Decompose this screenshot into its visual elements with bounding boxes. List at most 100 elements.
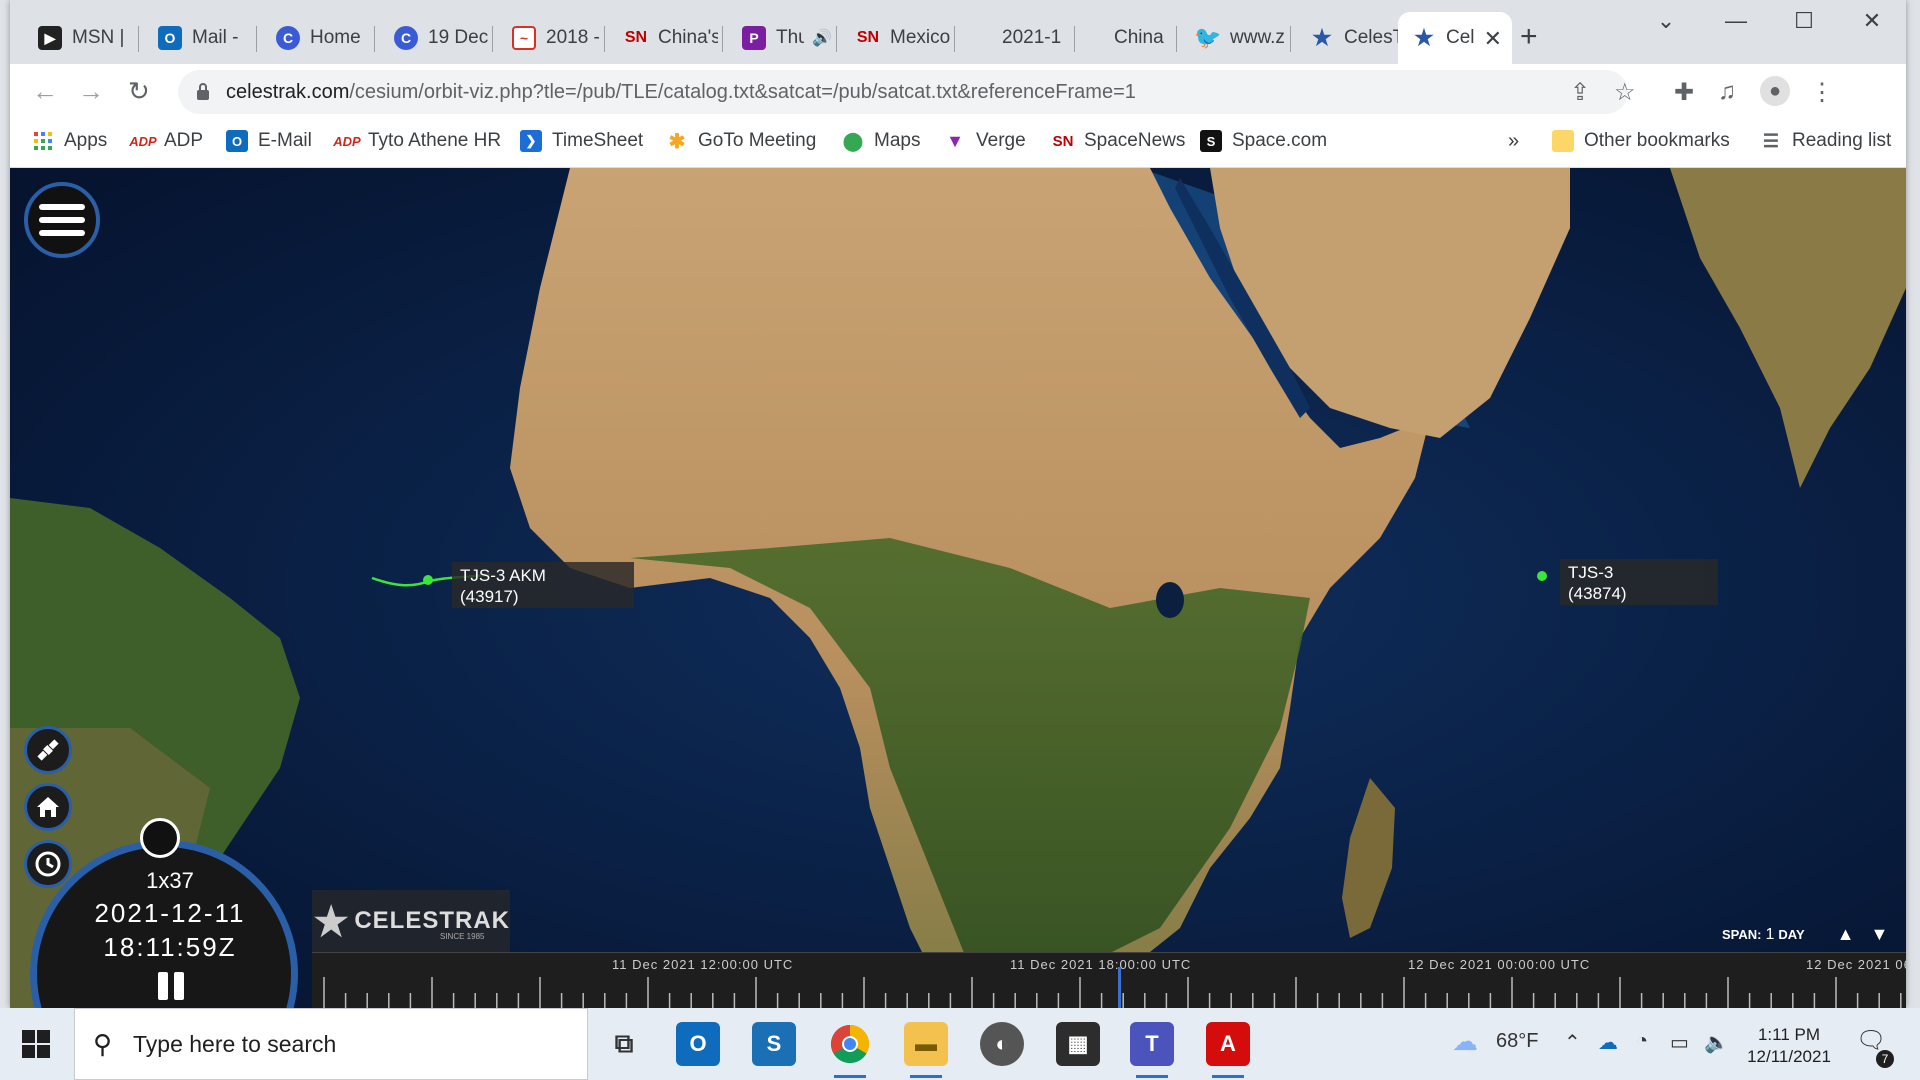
timeline-label: 12 Dec 2021 00:00:00 UTC — [1408, 957, 1591, 972]
verge-icon: ▼ — [946, 130, 964, 151]
tray-chevron-icon[interactable]: ⌃ — [1564, 1030, 1581, 1055]
celestrak-logo: CELESTRAK SINCE 1985 — [312, 890, 510, 952]
lock-icon[interactable] — [196, 83, 210, 101]
outlook-app-icon[interactable]: O — [676, 1022, 720, 1066]
file-explorer-icon[interactable]: ▬ — [904, 1022, 948, 1078]
clock-date: 2021-12-11 — [94, 898, 246, 928]
tab-mail[interactable]: O Mail - — [144, 12, 252, 64]
goto-icon: ✱ — [668, 130, 686, 153]
forward-icon[interactable]: → — [78, 76, 104, 107]
acrobat-icon[interactable]: A — [1206, 1022, 1250, 1078]
app-pro-icon[interactable]: ◐ — [980, 1022, 1024, 1066]
satellite-tjs3-akm-dot[interactable] — [423, 575, 433, 585]
adp-icon: ADP — [129, 133, 157, 149]
bookmark-spacenews[interactable]: SN SpaceNews — [1052, 130, 1186, 152]
battery-icon[interactable]: ▭ — [1670, 1030, 1689, 1055]
satellite-label-tjs3-akm[interactable]: TJS-3 AKM (43917) — [452, 562, 634, 608]
volume-icon[interactable]: 🔈 — [1704, 1030, 1729, 1055]
tab-celestrak[interactable]: ★ CelesT — [1296, 12, 1402, 64]
address-bar[interactable]: celestrak.com/cesium/orbit-viz.php?tle=/… — [178, 70, 1628, 114]
wifi-icon[interactable]: ◔ — [1636, 1030, 1648, 1053]
share-icon[interactable]: ⇪ — [1570, 78, 1590, 107]
satellite-tjs3-dot[interactable] — [1537, 571, 1547, 581]
celestrak-star-icon: ★ — [1414, 25, 1434, 50]
hamburger-menu-button[interactable] — [24, 182, 100, 258]
close-tab-icon[interactable]: ✕ — [1484, 26, 1502, 52]
tab-strip: ▶ MSN | O Mail - C Home C 19 Dec ~2018 - SN C… — [10, 0, 1906, 64]
timeline-label: 11 Dec 2021 18:00:00 UTC — [1010, 957, 1192, 972]
tab-china[interactable]: China — [1090, 12, 1190, 64]
spacecom-icon: S — [1200, 130, 1222, 152]
timeline-label: 12 Dec 2021 06 — [1806, 957, 1906, 972]
calculator-icon[interactable]: ▦ — [1056, 1022, 1100, 1066]
new-tab-icon[interactable]: + — [1520, 20, 1538, 54]
globe-viewport[interactable]: TJS-3 AKM (43917) TJS-3 (43874) 1x37 202… — [10, 168, 1906, 1008]
tab-home[interactable]: C Home — [262, 12, 370, 64]
home-button[interactable] — [24, 783, 72, 831]
bookmark-star-icon[interactable]: ☆ — [1614, 78, 1636, 107]
minimize-icon[interactable]: — — [1716, 8, 1756, 34]
satellite-label-tjs3[interactable]: TJS-3 (43874) — [1560, 559, 1718, 605]
speaker-icon[interactable]: 🔊 — [812, 28, 832, 48]
span-up-icon[interactable]: ▲ — [1837, 924, 1855, 945]
weather-temp[interactable]: 68°F — [1496, 1030, 1538, 1053]
tab-19-dec[interactable]: C 19 Dec — [380, 12, 488, 64]
celestrak-star-icon: ★ — [1312, 25, 1332, 50]
tab-www[interactable]: 🐦 www.z — [1182, 12, 1286, 64]
tab-chinas[interactable]: SN China's — [610, 12, 718, 64]
maximize-icon[interactable]: ☐ — [1784, 8, 1824, 34]
speed-knob[interactable] — [140, 818, 180, 858]
notification-count: 7 — [1876, 1050, 1894, 1068]
spacenews-icon: SN — [624, 29, 648, 46]
timeline[interactable]: 11 Dec 2021 12:00:00 UTC 11 Dec 2021 18:… — [312, 952, 1906, 1008]
celestrak-c-icon: C — [394, 26, 418, 50]
celestrak-c-icon: C — [276, 26, 300, 50]
bookmark-adp[interactable]: ADP ADP — [129, 130, 203, 152]
windows-start-icon[interactable] — [22, 1030, 50, 1063]
tab-msn[interactable]: ▶ MSN | — [24, 12, 134, 64]
tab-celestrak-active[interactable]: ★ Cel ✕ — [1398, 12, 1512, 64]
bookmark-maps[interactable]: ⬤ Maps — [842, 130, 921, 152]
close-window-icon[interactable]: ✕ — [1852, 8, 1892, 34]
bookmark-tyto[interactable]: ADP Tyto Athene HR — [333, 130, 501, 152]
kebab-menu-icon[interactable]: ⋮ — [1810, 78, 1834, 107]
task-view-icon[interactable]: ⧉ — [602, 1022, 646, 1066]
back-icon[interactable]: ← — [32, 76, 58, 107]
bookmark-timesheet[interactable]: ❯ TimeSheet — [520, 130, 643, 152]
span-control: SPAN: 1 DAY ▲ ▼ — [1722, 924, 1889, 945]
extensions-puzzle-icon[interactable]: ✚ — [1674, 78, 1694, 107]
taskbar-clock[interactable]: 1:11 PM 12/11/2021 — [1744, 1024, 1834, 1068]
chrome-app-icon[interactable] — [828, 1022, 872, 1078]
bookmark-goto[interactable]: ✱ GoTo Meeting — [666, 130, 817, 153]
weather-cloud-icon[interactable]: ☁ — [1452, 1026, 1478, 1057]
spacenews-icon: SN — [1052, 132, 1074, 150]
teams-icon[interactable]: T — [1130, 1022, 1174, 1078]
p-icon: P — [742, 26, 766, 50]
tab-mexico[interactable]: SN Mexico — [842, 12, 950, 64]
windows-taskbar: ⚲ Type here to search ⧉ O S ▬ ◐ ▦ T A ☁ … — [0, 1008, 1920, 1080]
taskbar-search-box[interactable]: ⚲ Type here to search — [74, 1008, 588, 1080]
pause-icon[interactable] — [158, 972, 186, 1000]
span-down-icon[interactable]: ▼ — [1870, 924, 1888, 945]
bookmark-apps[interactable]: Apps — [32, 130, 107, 152]
media-queue-icon[interactable]: ♫ — [1718, 78, 1736, 106]
reading-list[interactable]: ☰ Reading list — [1760, 130, 1891, 152]
onedrive-icon[interactable]: ☁ — [1598, 1030, 1618, 1055]
s-app-icon[interactable]: S — [752, 1022, 796, 1066]
tab-2021[interactable]: 2021-1 — [970, 12, 1070, 64]
satellite-button[interactable] — [24, 726, 72, 774]
timesheet-icon: ❯ — [520, 130, 542, 152]
folder-icon — [1552, 130, 1574, 152]
tab-2018[interactable]: ~2018 - — [498, 12, 600, 64]
other-bookmarks[interactable]: Other bookmarks — [1552, 130, 1730, 152]
profile-avatar-icon[interactable]: ● — [1760, 76, 1790, 106]
timeline-cursor[interactable] — [1118, 967, 1121, 1008]
url-path: /cesium/orbit-viz.php?tle=/pub/TLE/catal… — [349, 80, 1136, 103]
bookmark-verge[interactable]: ▼ Verge — [944, 130, 1026, 152]
bookmarks-overflow[interactable]: » — [1508, 130, 1519, 153]
bookmark-spacecom[interactable]: S Space.com — [1200, 130, 1327, 152]
tab-search-chevron-icon[interactable]: ⌄ — [1646, 8, 1686, 34]
reload-icon[interactable]: ↻ — [128, 76, 150, 107]
tab-thu[interactable]: P Thu 🔊 — [728, 12, 832, 64]
bookmark-email[interactable]: O E-Mail — [226, 130, 312, 152]
